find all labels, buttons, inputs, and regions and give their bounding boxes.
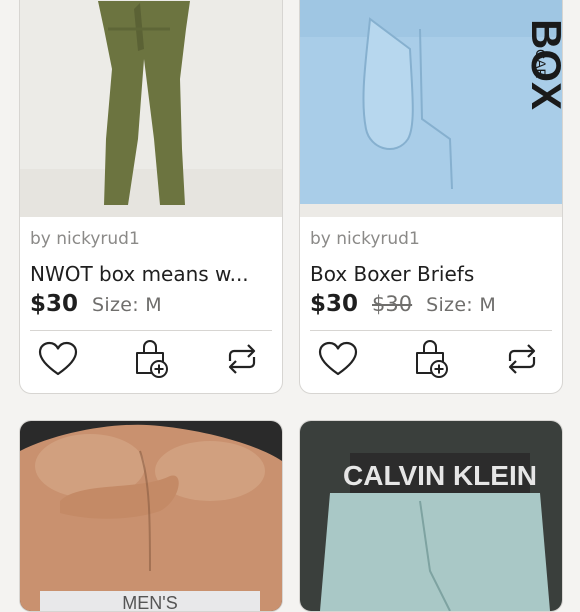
- brand-logo-subtext: CAR: [533, 49, 549, 79]
- bundle-add-icon: [416, 340, 448, 378]
- listing-card[interactable]: MEN'S: [19, 420, 283, 612]
- price-row: $30 $30 Size: M: [310, 291, 496, 321]
- size-label: Size: M: [426, 294, 497, 316]
- original-price: $30: [372, 292, 413, 316]
- divider: [30, 330, 272, 331]
- seller-name[interactable]: by nickyrud1: [310, 229, 420, 249]
- divider: [310, 330, 552, 331]
- add-to-bundle-button[interactable]: [409, 337, 453, 381]
- listing-card[interactable]: CALVIN KLEIN: [299, 420, 563, 612]
- like-button[interactable]: [36, 337, 80, 381]
- waistband-brand-text: CALVIN KLEIN: [343, 460, 537, 491]
- add-to-bundle-button[interactable]: [129, 337, 173, 381]
- price: $30: [310, 291, 359, 317]
- listing-photo[interactable]: CALVIN KLEIN: [300, 421, 562, 611]
- price: $30: [30, 291, 79, 317]
- listing-photo[interactable]: BOX CAR: [300, 0, 562, 217]
- waistband-text: MEN'S: [122, 593, 177, 611]
- heart-icon: [38, 341, 78, 376]
- heart-icon: [318, 341, 358, 376]
- listing-photo[interactable]: MEN'S: [20, 421, 282, 611]
- listing-title[interactable]: Box Boxer Briefs: [310, 262, 554, 286]
- price-row: $30 Size: M: [30, 291, 162, 321]
- listing-card[interactable]: BOX CAR by nickyrud1 Box Boxer Briefs $3…: [299, 0, 563, 394]
- listing-photo[interactable]: [20, 0, 282, 217]
- listing-card[interactable]: by nickyrud1 NWOT box means w... $30 Siz…: [19, 0, 283, 394]
- share-button[interactable]: [220, 337, 264, 381]
- share-icon: [228, 344, 256, 374]
- like-button[interactable]: [316, 337, 360, 381]
- card-actions: [20, 337, 282, 379]
- size-label: Size: M: [92, 294, 162, 316]
- share-icon: [508, 344, 536, 374]
- listing-title[interactable]: NWOT box means w...: [30, 262, 274, 286]
- bundle-add-icon: [136, 340, 168, 378]
- share-button[interactable]: [500, 337, 544, 381]
- seller-name[interactable]: by nickyrud1: [30, 229, 140, 249]
- card-actions: [300, 337, 562, 379]
